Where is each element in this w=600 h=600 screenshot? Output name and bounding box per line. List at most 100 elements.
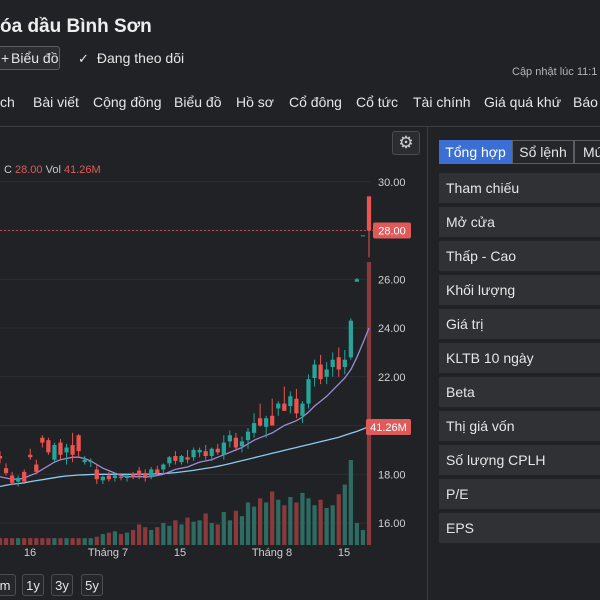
candle-body bbox=[288, 396, 293, 407]
candle-body bbox=[366, 196, 372, 231]
chart-toggle-label: Biểu đồ bbox=[11, 50, 59, 66]
volume-bar bbox=[155, 527, 160, 545]
candle-body bbox=[257, 418, 263, 426]
stat-label: KLTB 10 ngày bbox=[446, 350, 534, 366]
volume-bar bbox=[251, 506, 257, 545]
tab-chart[interactable]: Biểu đồ bbox=[174, 94, 221, 110]
check-icon: ✓ bbox=[78, 51, 89, 66]
volume-bar bbox=[185, 517, 190, 545]
tab-profile[interactable]: Hồ sơ bbox=[236, 94, 274, 110]
range-button-5y[interactable]: 5y bbox=[81, 574, 103, 596]
follow-button[interactable]: ✓ Đang theo dõi bbox=[78, 50, 184, 67]
range-button-3y[interactable]: 3y bbox=[51, 574, 73, 596]
volume-bar bbox=[143, 527, 148, 545]
candle-body bbox=[76, 435, 81, 452]
y-tick-label: 22.00 bbox=[378, 372, 406, 384]
volume-bar bbox=[360, 529, 366, 545]
last-price-tag-text: 28.00 bbox=[378, 226, 406, 238]
volume-bar bbox=[233, 510, 239, 545]
stat-label: Beta bbox=[446, 384, 475, 400]
candle-body bbox=[137, 470, 142, 476]
candle-body bbox=[64, 447, 69, 453]
candle-body bbox=[143, 473, 148, 478]
volume-bar bbox=[124, 532, 130, 545]
plus-icon: + bbox=[1, 50, 10, 66]
follow-label: Đang theo dõi bbox=[96, 50, 185, 66]
tab-partial[interactable]: ch bbox=[0, 94, 15, 110]
chart-toggle-button[interactable]: + Biểu đồ bbox=[0, 46, 60, 70]
candle-body bbox=[28, 454, 33, 458]
volume-bar bbox=[312, 505, 317, 545]
range-button-1y[interactable]: 1y bbox=[22, 574, 44, 596]
volume-bar bbox=[215, 524, 220, 545]
candle-body bbox=[40, 437, 45, 443]
candle-body bbox=[300, 403, 305, 416]
volume-bar bbox=[288, 496, 293, 545]
volume-bar bbox=[58, 538, 63, 545]
volume-bar bbox=[28, 538, 33, 545]
tab-shareholders[interactable]: Cổ đông bbox=[289, 94, 342, 110]
volume-bar bbox=[257, 498, 263, 545]
candle-body bbox=[161, 464, 166, 470]
volume-bar bbox=[179, 524, 184, 545]
tab-order-book[interactable]: Sổ lệnh bbox=[512, 140, 574, 164]
volume-bar bbox=[203, 513, 208, 545]
candle-body bbox=[46, 440, 51, 453]
chart-settings-button[interactable]: ⚙ bbox=[392, 131, 420, 155]
section-tabs: ch Bài viết Cộng đồng Biểu đồ Hồ sơ Cổ đ… bbox=[0, 90, 600, 118]
x-tick-label: Tháng 7 bbox=[88, 547, 128, 559]
x-tick-label: Tháng 8 bbox=[252, 547, 292, 559]
stat-label: Số lượng CPLH bbox=[446, 452, 546, 468]
y-tick-label: 18.00 bbox=[378, 469, 406, 481]
candle-body bbox=[100, 476, 105, 481]
tab-dividends[interactable]: Cổ tức bbox=[356, 94, 398, 110]
candle-body bbox=[245, 431, 251, 441]
volume-bar bbox=[336, 494, 341, 545]
volume-bar bbox=[100, 534, 105, 545]
stat-label: Mở cửa bbox=[446, 214, 495, 230]
volume-bar bbox=[70, 538, 75, 545]
candle-body bbox=[82, 459, 87, 463]
tab-reports[interactable]: Báo bbox=[573, 94, 598, 110]
candle-body bbox=[88, 460, 93, 463]
candle-body bbox=[354, 279, 360, 282]
price-chart[interactable]: 30.0028.0026.0024.0022.0020.0018.0016.00… bbox=[0, 160, 427, 570]
stat-row: Giá trị bbox=[439, 309, 600, 339]
stat-row: Khối lượng bbox=[439, 275, 600, 305]
candle-body bbox=[16, 477, 21, 482]
volume-bar bbox=[245, 502, 251, 545]
tab-posts[interactable]: Bài viết bbox=[33, 94, 79, 110]
volume-bar bbox=[342, 484, 347, 545]
tab-summary[interactable]: Tổng hợp bbox=[439, 140, 512, 164]
volume-bar bbox=[161, 523, 166, 545]
volume-bar bbox=[167, 525, 172, 545]
candle-body bbox=[312, 364, 317, 379]
volume-bar bbox=[3, 538, 9, 545]
stat-label: Khối lượng bbox=[446, 282, 516, 298]
candle-body bbox=[203, 451, 208, 457]
candle-body bbox=[270, 415, 275, 426]
volume-bar bbox=[46, 538, 51, 545]
range-button-1m[interactable]: m bbox=[0, 574, 16, 596]
tab-price-levels[interactable]: Mú bbox=[574, 140, 600, 164]
stat-row: Thấp - Cao bbox=[439, 241, 600, 271]
candle-body bbox=[239, 441, 245, 447]
volume-bar bbox=[173, 520, 178, 545]
candle-body bbox=[94, 469, 99, 480]
x-tick-label: 15 bbox=[338, 547, 350, 559]
stat-row: Số lượng CPLH bbox=[439, 445, 600, 475]
tab-history[interactable]: Giá quá khứ bbox=[484, 94, 561, 110]
volume-bar bbox=[94, 536, 99, 545]
volume-bar bbox=[330, 505, 335, 545]
candle-body bbox=[130, 474, 136, 477]
stat-row: KLTB 10 ngày bbox=[439, 343, 600, 373]
candle-body bbox=[173, 456, 178, 461]
tab-community[interactable]: Cộng đồng bbox=[93, 94, 162, 110]
stat-row: Tham chiếu bbox=[439, 173, 600, 203]
candle-body bbox=[124, 475, 130, 478]
x-tick-label: 16 bbox=[24, 547, 36, 559]
tab-financials[interactable]: Tài chính bbox=[413, 94, 471, 110]
candle-body bbox=[155, 469, 160, 474]
stat-label: Thấp - Cao bbox=[446, 248, 517, 264]
candle-body bbox=[306, 379, 311, 404]
